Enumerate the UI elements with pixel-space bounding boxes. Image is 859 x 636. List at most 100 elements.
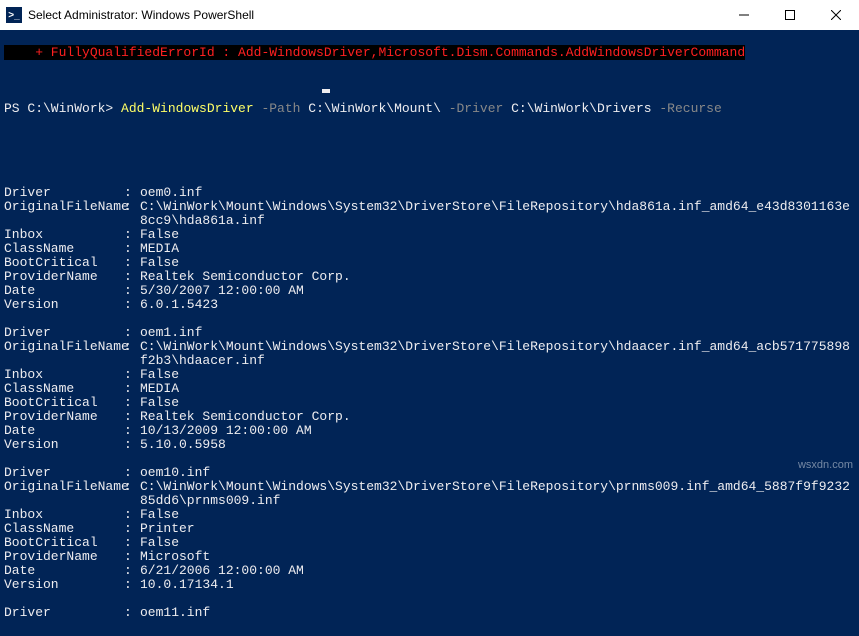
field-colon: : xyxy=(124,326,140,340)
field-label: BootCritical xyxy=(4,536,124,550)
field-colon: : xyxy=(124,578,140,592)
output-row: OriginalFileName: C:\WinWork\Mount\Windo… xyxy=(4,480,855,508)
field-colon: : xyxy=(124,284,140,298)
field-colon: : xyxy=(124,410,140,424)
field-colon: : xyxy=(124,186,140,200)
field-value: 5.10.0.5958 xyxy=(140,438,855,452)
error-line: + FullyQualifiedErrorId : Add-WindowsDri… xyxy=(4,45,745,60)
output-row: OriginalFileName: C:\WinWork\Mount\Windo… xyxy=(4,340,855,368)
field-label: Version xyxy=(4,298,124,312)
maximize-button[interactable] xyxy=(767,0,813,30)
field-label: ClassName xyxy=(4,382,124,396)
field-label: Inbox xyxy=(4,508,124,522)
field-value: False xyxy=(140,368,855,382)
field-colon: : xyxy=(124,438,140,452)
terminal-output[interactable]: + FullyQualifiedErrorId : Add-WindowsDri… xyxy=(0,30,859,636)
output-row: Driver: oem1.inf xyxy=(4,326,855,340)
field-label: Inbox xyxy=(4,228,124,242)
field-colon: : xyxy=(124,228,140,242)
close-button[interactable] xyxy=(813,0,859,30)
field-value: C:\WinWork\Mount\Windows\System32\Driver… xyxy=(140,200,855,228)
text-cursor xyxy=(322,89,330,93)
param-recurse: -Recurse xyxy=(652,101,722,116)
output-row: Inbox: False xyxy=(4,508,855,522)
field-label: OriginalFileName xyxy=(4,200,124,228)
field-colon: : xyxy=(124,508,140,522)
field-colon: : xyxy=(124,368,140,382)
field-value: False xyxy=(140,256,855,270)
field-value: Printer xyxy=(140,522,855,536)
field-colon: : xyxy=(124,522,140,536)
output-row: Version: 5.10.0.5958 xyxy=(4,438,855,452)
output-row: Date: 6/21/2006 12:00:00 AM xyxy=(4,564,855,578)
field-label: ClassName xyxy=(4,242,124,256)
field-colon: : xyxy=(124,200,140,228)
field-label: BootCritical xyxy=(4,396,124,410)
field-colon: : xyxy=(124,242,140,256)
output-row: ClassName: MEDIA xyxy=(4,242,855,256)
output-row: Version: 10.0.17134.1 xyxy=(4,578,855,592)
field-colon: : xyxy=(124,550,140,564)
output-row: ProviderName: Realtek Semiconductor Corp… xyxy=(4,270,855,284)
field-value: oem11.inf xyxy=(140,606,855,620)
field-colon: : xyxy=(124,256,140,270)
field-label: Driver xyxy=(4,186,124,200)
field-colon: : xyxy=(124,536,140,550)
output-row: Version: 6.0.1.5423 xyxy=(4,298,855,312)
output-row: OriginalFileName: C:\WinWork\Mount\Windo… xyxy=(4,200,855,228)
window-title: Select Administrator: Windows PowerShell xyxy=(28,8,254,22)
field-value: 6.0.1.5423 xyxy=(140,298,855,312)
command-line: PS C:\WinWork> Add-WindowsDriver -Path C… xyxy=(4,102,855,116)
output-row: ClassName: MEDIA xyxy=(4,382,855,396)
field-value: Realtek Semiconductor Corp. xyxy=(140,270,855,284)
powershell-icon[interactable]: >_ xyxy=(6,7,22,23)
field-label: Version xyxy=(4,438,124,452)
field-value: 6/21/2006 12:00:00 AM xyxy=(140,564,855,578)
field-label: Date xyxy=(4,424,124,438)
field-colon: : xyxy=(124,480,140,508)
field-label: Version xyxy=(4,578,124,592)
field-colon: : xyxy=(124,606,140,620)
blank-line xyxy=(4,452,855,466)
arg-path: C:\WinWork\Mount\ xyxy=(300,101,440,116)
output-row: Date: 10/13/2009 12:00:00 AM xyxy=(4,424,855,438)
field-colon: : xyxy=(124,564,140,578)
field-colon: : xyxy=(124,298,140,312)
field-value: 10.0.17134.1 xyxy=(140,578,855,592)
field-value: False xyxy=(140,508,855,522)
field-label: Date xyxy=(4,564,124,578)
output-row: BootCritical: False xyxy=(4,256,855,270)
field-label: Inbox xyxy=(4,368,124,382)
prompt-path: PS C:\WinWork> xyxy=(4,101,121,116)
param-path: -Path xyxy=(254,101,301,116)
blank-line xyxy=(4,312,855,326)
output-row: Driver: oem0.inf xyxy=(4,186,855,200)
output-row: Driver: oem10.inf xyxy=(4,466,855,480)
titlebar-left: >_ Select Administrator: Windows PowerSh… xyxy=(0,7,254,23)
output-row: BootCritical: False xyxy=(4,536,855,550)
field-label: Date xyxy=(4,284,124,298)
field-label: OriginalFileName xyxy=(4,340,124,368)
field-label: Driver xyxy=(4,606,124,620)
field-value: C:\WinWork\Mount\Windows\System32\Driver… xyxy=(140,480,855,508)
field-value: C:\WinWork\Mount\Windows\System32\Driver… xyxy=(140,340,855,368)
field-label: OriginalFileName xyxy=(4,480,124,508)
field-label: ProviderName xyxy=(4,410,124,424)
field-label: ProviderName xyxy=(4,270,124,284)
field-label: Driver xyxy=(4,326,124,340)
minimize-button[interactable] xyxy=(721,0,767,30)
field-colon: : xyxy=(124,382,140,396)
field-colon: : xyxy=(124,396,140,410)
output-row: Driver: oem11.inf xyxy=(4,606,855,620)
cmdlet-name: Add-WindowsDriver xyxy=(121,101,254,116)
field-value: False xyxy=(140,536,855,550)
output-row: BootCritical: False xyxy=(4,396,855,410)
param-driver: -Driver xyxy=(441,101,503,116)
window-controls xyxy=(721,0,859,30)
field-value: Realtek Semiconductor Corp. xyxy=(140,410,855,424)
field-colon: : xyxy=(124,466,140,480)
field-value: 10/13/2009 12:00:00 AM xyxy=(140,424,855,438)
output-row: ProviderName: Realtek Semiconductor Corp… xyxy=(4,410,855,424)
output-row: ClassName: Printer xyxy=(4,522,855,536)
output-row: Inbox: False xyxy=(4,368,855,382)
